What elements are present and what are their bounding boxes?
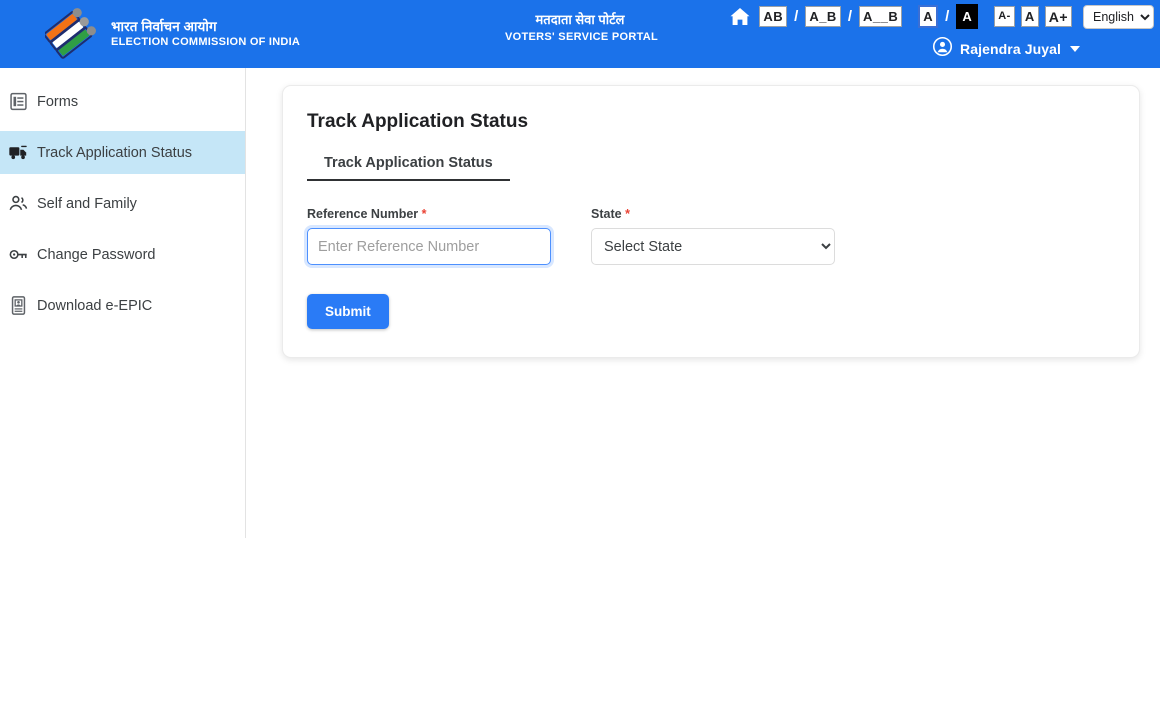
sidebar-item-change-password[interactable]: Change Password (0, 233, 246, 276)
brand-hindi: भारत निर्वाचन आयोग (111, 19, 300, 35)
required-asterisk: * (625, 207, 630, 221)
letter-spacing-medium-button[interactable]: A_B (805, 6, 841, 27)
id-card-icon (8, 295, 29, 316)
state-label-text: State (591, 207, 622, 221)
state-select[interactable]: Select State (591, 228, 835, 265)
sidebar-item-self-and-family[interactable]: Self and Family (0, 182, 246, 225)
sidebar-item-track-application-status[interactable]: Track Application Status (0, 131, 246, 174)
user-name: Rajendra Juyal (960, 41, 1061, 57)
eci-logo-icon (45, 8, 97, 60)
letter-spacing-wide-button[interactable]: A__B (859, 6, 902, 27)
sidebar-item-label: Forms (37, 94, 78, 110)
page-title: Track Application Status (307, 111, 1115, 133)
portal-title: मतदाता सेवा पोर्टल VOTERS' SERVICE PORTA… (505, 12, 655, 44)
reference-number-input[interactable] (307, 228, 551, 265)
brand-english: ELECTION COMMISSION OF INDIA (111, 36, 300, 49)
sidebar-item-forms[interactable]: Forms (0, 80, 246, 123)
sidebar: Forms Track Application Status (0, 68, 246, 538)
user-menu[interactable]: Rajendra Juyal (932, 36, 1080, 62)
font-decrease-button[interactable]: A- (994, 6, 1015, 27)
people-icon (8, 193, 29, 214)
state-label: State * (591, 207, 835, 221)
submit-button[interactable]: Submit (307, 294, 389, 329)
track-application-card: Track Application Status Track Applicati… (282, 85, 1140, 358)
forms-icon (8, 91, 29, 112)
sidebar-item-download-e-epic[interactable]: Download e-EPIC (0, 284, 246, 327)
separator-1: / (794, 8, 798, 25)
chevron-down-icon[interactable] (1070, 46, 1080, 52)
separator-3: / (945, 8, 949, 25)
page-body: Forms Track Application Status (0, 68, 1160, 538)
home-icon[interactable] (727, 5, 753, 29)
font-normal-button[interactable]: A (1021, 6, 1039, 27)
brand-block: भारत निर्वाचन आयोग ELECTION COMMISSION O… (45, 8, 300, 60)
sidebar-item-label: Download e-EPIC (37, 298, 152, 314)
user-circle-icon (932, 36, 953, 62)
contrast-normal-button[interactable]: A (918, 5, 938, 28)
brand-text: भारत निर्वाचन आयोग ELECTION COMMISSION O… (111, 19, 300, 49)
sidebar-item-label: Change Password (37, 247, 156, 263)
tab-track-application-status[interactable]: Track Application Status (307, 153, 510, 181)
separator-2: / (848, 8, 852, 25)
truck-icon (8, 142, 29, 163)
portal-english: VOTERS' SERVICE PORTAL (505, 31, 655, 44)
reference-number-label: Reference Number * (307, 207, 551, 221)
language-select[interactable]: English (1083, 5, 1154, 29)
portal-hindi: मतदाता सेवा पोर्टल (505, 12, 655, 28)
reference-number-field: Reference Number * (307, 207, 551, 265)
accessibility-toolbar: AB / A_B / A__B A / A A- A A+ English (727, 4, 1154, 29)
state-field: State * Select State (591, 207, 835, 265)
contrast-invert-button[interactable]: A (956, 4, 978, 29)
reference-number-label-text: Reference Number (307, 207, 418, 221)
app-header: भारत निर्वाचन आयोग ELECTION COMMISSION O… (0, 0, 1160, 68)
font-increase-button[interactable]: A+ (1045, 6, 1072, 27)
required-asterisk: * (422, 207, 427, 221)
form-row: Reference Number * State * Select State (307, 207, 1115, 265)
tab-bar: Track Application Status (307, 153, 1115, 181)
letter-spacing-normal-button[interactable]: AB (759, 6, 787, 27)
main-content: Track Application Status Track Applicati… (246, 68, 1160, 358)
sidebar-item-label: Self and Family (37, 196, 137, 212)
key-icon (8, 244, 29, 265)
sidebar-item-label: Track Application Status (37, 145, 192, 161)
